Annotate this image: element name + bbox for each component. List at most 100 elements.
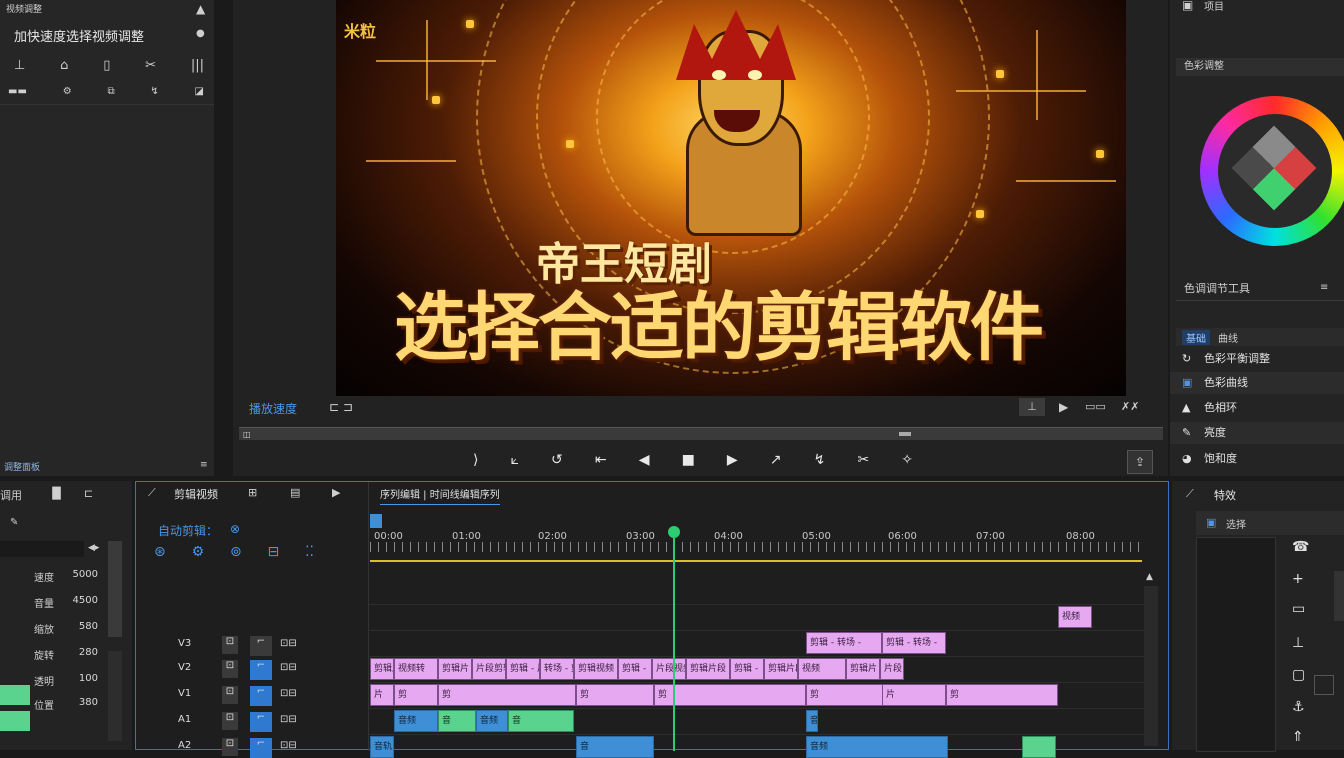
- timeline-clip[interactable]: 剪: [654, 684, 806, 706]
- search-input[interactable]: [0, 541, 84, 557]
- video-preview[interactable]: 米粒 帝王短剧 选择合适的剪辑软件: [336, 0, 1126, 396]
- menu-icon[interactable]: ≡: [200, 460, 208, 470]
- timeline-clip[interactable]: 剪辑 - 转场 -: [806, 632, 882, 654]
- frame-icon[interactable]: ▯: [103, 58, 110, 73]
- export-icon[interactable]: ⇪: [1127, 450, 1153, 474]
- timeline-clip[interactable]: 剪: [394, 684, 438, 706]
- timeline-clip[interactable]: 剪: [946, 684, 1058, 706]
- timeline-clip[interactable]: 剪辑 -: [618, 658, 652, 680]
- timeline-clip[interactable]: 剪辑片段: [370, 658, 394, 680]
- timeline-clip[interactable]: 视频: [1058, 606, 1092, 628]
- property-value[interactable]: 380: [79, 697, 98, 708]
- mute-icon[interactable]: ⊡⊟: [280, 740, 297, 751]
- mute-icon[interactable]: ⊡⊟: [280, 688, 297, 699]
- mute-icon[interactable]: ⊡⊟: [280, 638, 297, 649]
- mute-icon[interactable]: ⊡⊟: [280, 714, 297, 725]
- timeline-clip[interactable]: 剪辑 - 转场 -: [882, 632, 946, 654]
- side-item-curves[interactable]: ▣ 色彩曲线: [1170, 372, 1344, 394]
- checkbox[interactable]: [1314, 675, 1334, 695]
- copy-icon[interactable]: ⧉: [107, 86, 114, 97]
- rewind-icon[interactable]: ⇤: [595, 452, 607, 468]
- property-value[interactable]: 280: [79, 647, 98, 658]
- note-icon[interactable]: ◪: [195, 86, 204, 97]
- scrollbar-track[interactable]: [108, 651, 122, 741]
- scrubber-handle[interactable]: [899, 432, 911, 436]
- gear-icon[interactable]: ⚙: [63, 86, 72, 97]
- anchor-icon[interactable]: ⚓: [1292, 699, 1305, 715]
- wrench-icon[interactable]: ✗✗: [1121, 400, 1139, 413]
- track-header[interactable]: V1 ⊡ ⌐ ⊡⊟: [166, 686, 356, 706]
- playhead-handle[interactable]: [668, 526, 680, 538]
- timeline-clip[interactable]: 转场 - 剪辑 -: [540, 658, 574, 680]
- track-header[interactable]: A1 ⊡ ⌐ ⊡⊟: [166, 712, 356, 732]
- tree-icon[interactable]: ⊥: [1292, 635, 1304, 651]
- timeline-clip[interactable]: 音: [508, 710, 574, 732]
- collapse-icon[interactable]: ▲: [196, 2, 205, 16]
- plus-icon[interactable]: +: [1292, 571, 1304, 587]
- timeline-clip[interactable]: [1022, 736, 1056, 758]
- settings-icon[interactable]: ▭▭: [1085, 400, 1106, 413]
- timeline-clip[interactable]: 剪辑片段 -: [764, 658, 798, 680]
- razor-icon[interactable]: ⚙: [192, 544, 205, 560]
- property-value[interactable]: 5000: [73, 569, 98, 580]
- track-header[interactable]: A2 ⊡ ⌐ ⊡⊟: [166, 738, 356, 758]
- property-row[interactable]: 旋转 280: [0, 645, 104, 665]
- tab-effects-icon[interactable]: ⊏: [84, 487, 93, 500]
- link-icon[interactable]: ⊗: [230, 522, 240, 536]
- brush-icon[interactable]: ▬▬: [8, 86, 27, 97]
- step-back-icon[interactable]: ⟩: [473, 452, 478, 468]
- side-item-color-balance[interactable]: ↻ 色彩平衡调整: [1170, 348, 1344, 370]
- mark-out-icon[interactable]: ↯: [814, 452, 826, 468]
- scroll-up-icon[interactable]: ▲: [1146, 572, 1153, 582]
- side-item-hue-wheel[interactable]: ▲ 色相环: [1170, 397, 1344, 419]
- tab-curves[interactable]: 曲线: [1218, 330, 1238, 345]
- camera-icon[interactable]: ▶: [1059, 400, 1068, 414]
- lock-icon[interactable]: ⊡: [222, 660, 238, 678]
- settings-icon[interactable]: ✧: [901, 452, 913, 468]
- lock-icon[interactable]: ⊡: [222, 686, 238, 704]
- project-icon[interactable]: ▣: [1182, 0, 1193, 12]
- mute-icon[interactable]: ⊡⊟: [280, 662, 297, 673]
- property-value[interactable]: 100: [79, 673, 98, 684]
- fit-icon[interactable]: ⊏ ⊐: [329, 400, 353, 414]
- timeline-clip[interactable]: 音频: [394, 710, 438, 732]
- timeline-clip[interactable]: 音: [576, 736, 654, 758]
- timeline-clip[interactable]: 片: [882, 684, 946, 706]
- timeline-clip[interactable]: 片段: [880, 658, 904, 680]
- timeline-clip[interactable]: 片段视频: [652, 658, 686, 680]
- timeline-clip[interactable]: 音频: [806, 710, 818, 732]
- ruler-in-marker[interactable]: [370, 514, 382, 528]
- timeline-menu-icon[interactable]: ⟋: [148, 486, 156, 500]
- timeline-clip[interactable]: 剪辑视频: [574, 658, 618, 680]
- mark-in-icon[interactable]: ⟀: [511, 452, 519, 468]
- timeline-clip[interactable]: 音: [438, 710, 476, 732]
- sequence-icon[interactable]: ⊞: [248, 486, 257, 499]
- timeline-clip[interactable]: 片: [370, 684, 394, 706]
- lock-icon[interactable]: ⊡: [222, 738, 238, 756]
- expand-icon[interactable]: ✎: [10, 517, 18, 528]
- property-row[interactable]: 速度 5000: [0, 567, 104, 587]
- timeline-clip[interactable]: 剪辑片: [846, 658, 880, 680]
- cloud-icon[interactable]: ⌂: [60, 58, 68, 73]
- timeline-clip[interactable]: 片段剪辑: [472, 658, 506, 680]
- timeline-clip[interactable]: 音频: [806, 736, 948, 758]
- play-icon[interactable]: ◀▸: [88, 543, 99, 553]
- timeline-clip[interactable]: 剪: [438, 684, 576, 706]
- section-color-adjust[interactable]: 色彩调整: [1176, 58, 1344, 76]
- effects-select-row[interactable]: ▣ 选择: [1196, 511, 1344, 535]
- toggle-icon[interactable]: ⌐: [250, 738, 272, 758]
- lock-icon[interactable]: ⊡: [222, 636, 238, 654]
- tab-call[interactable]: 调用: [0, 487, 22, 503]
- cut-icon[interactable]: ✂: [857, 452, 869, 468]
- timeline-clip[interactable]: 音轨: [370, 736, 394, 758]
- marker-add-icon[interactable]: ⊟: [268, 544, 280, 560]
- effects-menu-icon[interactable]: ⟋: [1186, 487, 1194, 501]
- color-wheel[interactable]: [1200, 96, 1344, 246]
- up-icon[interactable]: ⇑: [1292, 729, 1304, 745]
- scrubber-bar[interactable]: ◫: [239, 427, 1163, 440]
- side-item-brightness[interactable]: ✎ 亮度: [1170, 422, 1344, 444]
- captions-icon[interactable]: ⁚⁚: [305, 544, 314, 560]
- work-area-bar[interactable]: [370, 560, 1142, 562]
- toggle-icon[interactable]: ⌐: [250, 712, 272, 732]
- link-clips-icon[interactable]: ⊚: [230, 544, 242, 560]
